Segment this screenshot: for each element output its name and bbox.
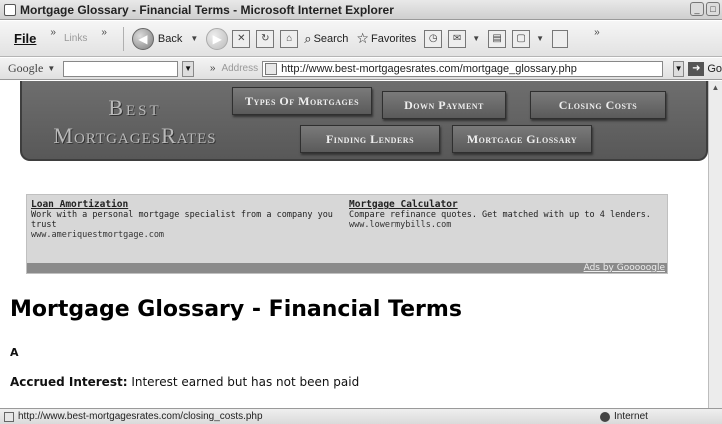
address-label: Address bbox=[221, 63, 259, 74]
favorites-label: Favorites bbox=[370, 32, 417, 45]
window-title: Mortgage Glossary - Financial Terms - Mi… bbox=[20, 2, 394, 17]
favorites-star-icon: ☆ bbox=[356, 30, 369, 46]
nav-types-of-mortgages[interactable]: Types Of Mortgages bbox=[232, 87, 372, 115]
glossary-term: Accrued Interest: bbox=[10, 375, 128, 389]
status-bar: http://www.best-mortgagesrates.com/closi… bbox=[0, 408, 722, 424]
status-url: http://www.best-mortgagesrates.com/closi… bbox=[18, 411, 263, 422]
refresh-icon[interactable]: ↻ bbox=[256, 29, 275, 48]
nav-finding-lenders[interactable]: Finding Lenders bbox=[300, 125, 440, 153]
search-button[interactable]: ⌕ Search bbox=[304, 31, 348, 47]
page-content: Best MortgagesRates Types Of Mortgages D… bbox=[0, 81, 708, 408]
page-title: Mortgage Glossary - Financial Terms bbox=[10, 297, 462, 322]
toolbar-separator bbox=[122, 26, 124, 51]
ad-title[interactable]: Mortgage Calculator bbox=[349, 200, 665, 210]
site-logo[interactable]: Best MortgagesRates bbox=[30, 95, 240, 149]
scroll-up-icon[interactable]: ▲ bbox=[710, 83, 721, 93]
ads-by-google-link[interactable]: Ads by Gooooogle bbox=[584, 263, 665, 273]
address-dropdown-icon[interactable]: ▼ bbox=[672, 60, 685, 77]
vertical-scrollbar[interactable]: ▲ bbox=[708, 81, 722, 408]
nav-closing-costs[interactable]: Closing Costs bbox=[530, 91, 666, 119]
chevron-icon[interactable]: » bbox=[594, 27, 600, 38]
chevron-icon[interactable]: » bbox=[210, 63, 216, 74]
back-button[interactable]: ◀ Back bbox=[131, 27, 183, 50]
back-arrow-icon: ◀ bbox=[131, 27, 154, 50]
google-search-input[interactable] bbox=[63, 60, 179, 77]
search-icon: ⌕ bbox=[304, 30, 312, 46]
menu-file[interactable]: File bbox=[14, 31, 36, 46]
ie-app-icon bbox=[4, 3, 16, 16]
edit-dropdown-icon[interactable]: ▼ bbox=[536, 34, 544, 43]
address-url: http://www.best-mortgagesrates.com/mortg… bbox=[281, 62, 577, 75]
security-zone[interactable]: Internet bbox=[600, 411, 648, 422]
back-label: Back bbox=[157, 32, 183, 45]
ad-url[interactable]: www.lowermybills.com bbox=[349, 220, 665, 230]
glossary-entry: Accrued Interest: Interest earned but ha… bbox=[10, 375, 359, 389]
go-label: Go bbox=[707, 62, 722, 75]
ad-text: Compare refinance quotes. Get matched wi… bbox=[349, 210, 651, 220]
forward-arrow-icon[interactable]: ▶ bbox=[206, 27, 229, 50]
address-input[interactable]: http://www.best-mortgagesrates.com/mortg… bbox=[262, 60, 663, 77]
maximize-icon[interactable]: □ bbox=[706, 2, 720, 16]
window-title-bar: Mortgage Glossary - Financial Terms - Mi… bbox=[0, 0, 722, 20]
nav-mortgage-glossary[interactable]: Mortgage Glossary bbox=[452, 125, 592, 153]
search-label: Search bbox=[313, 32, 349, 45]
back-dropdown-icon[interactable]: ▼ bbox=[190, 34, 198, 43]
site-header-banner: Best MortgagesRates Types Of Mortgages D… bbox=[20, 81, 708, 161]
nav-down-payment[interactable]: Down Payment bbox=[382, 91, 506, 119]
stop-icon[interactable]: ✕ bbox=[232, 29, 251, 48]
ad-panel: Loan Amortization Work with a personal m… bbox=[26, 194, 668, 274]
favorites-button[interactable]: ☆ Favorites bbox=[356, 30, 416, 47]
mail-icon[interactable]: ✉ bbox=[448, 29, 467, 48]
links-label[interactable]: Links bbox=[64, 33, 87, 44]
go-button[interactable]: ➜ Go bbox=[688, 61, 722, 76]
ad-title[interactable]: Loan Amortization bbox=[31, 200, 349, 210]
google-search-dropdown-icon[interactable]: ▼ bbox=[182, 60, 194, 77]
glossary-section-letter: A bbox=[10, 346, 19, 359]
mail-dropdown-icon[interactable]: ▼ bbox=[472, 34, 480, 43]
logo-line2: MortgagesRates bbox=[53, 123, 217, 148]
ad-text: Work with a personal mortgage specialist… bbox=[31, 210, 333, 230]
ad-footer-strip bbox=[27, 263, 667, 273]
ad-url[interactable]: www.ameriquestmortgage.com bbox=[31, 230, 349, 240]
ad-item[interactable]: Mortgage Calculator Compare refinance qu… bbox=[349, 200, 665, 231]
google-dropdown-icon[interactable]: ▼ bbox=[47, 64, 55, 73]
chevron-icon[interactable]: » bbox=[101, 27, 107, 38]
zone-label: Internet bbox=[614, 411, 648, 422]
globe-icon bbox=[600, 411, 610, 422]
google-toolbar-logo[interactable]: Google bbox=[8, 61, 43, 76]
ad-item[interactable]: Loan Amortization Work with a personal m… bbox=[31, 200, 349, 241]
logo-line1: Best bbox=[108, 95, 162, 120]
discuss-icon[interactable] bbox=[552, 29, 569, 48]
go-arrow-icon: ➜ bbox=[688, 61, 705, 76]
edit-icon[interactable]: ▢ bbox=[512, 29, 531, 48]
page-icon bbox=[265, 62, 278, 75]
home-icon[interactable]: ⌂ bbox=[280, 29, 299, 48]
address-row: Google ▼ ▼ » Address http://www.best-mor… bbox=[0, 58, 722, 80]
window-controls: _ □ bbox=[690, 2, 720, 16]
status-page-icon bbox=[4, 411, 14, 422]
glossary-definition: Interest earned but has not been paid bbox=[127, 375, 360, 389]
history-icon[interactable]: ◷ bbox=[424, 29, 443, 48]
print-icon[interactable]: ▤ bbox=[488, 29, 507, 48]
minimize-icon[interactable]: _ bbox=[690, 2, 704, 16]
chevron-icon[interactable]: » bbox=[50, 27, 56, 38]
browser-toolbar: File » Links » ◀ Back ▼ ▶ ✕ ↻ ⌂ ⌕ Search… bbox=[0, 21, 722, 57]
